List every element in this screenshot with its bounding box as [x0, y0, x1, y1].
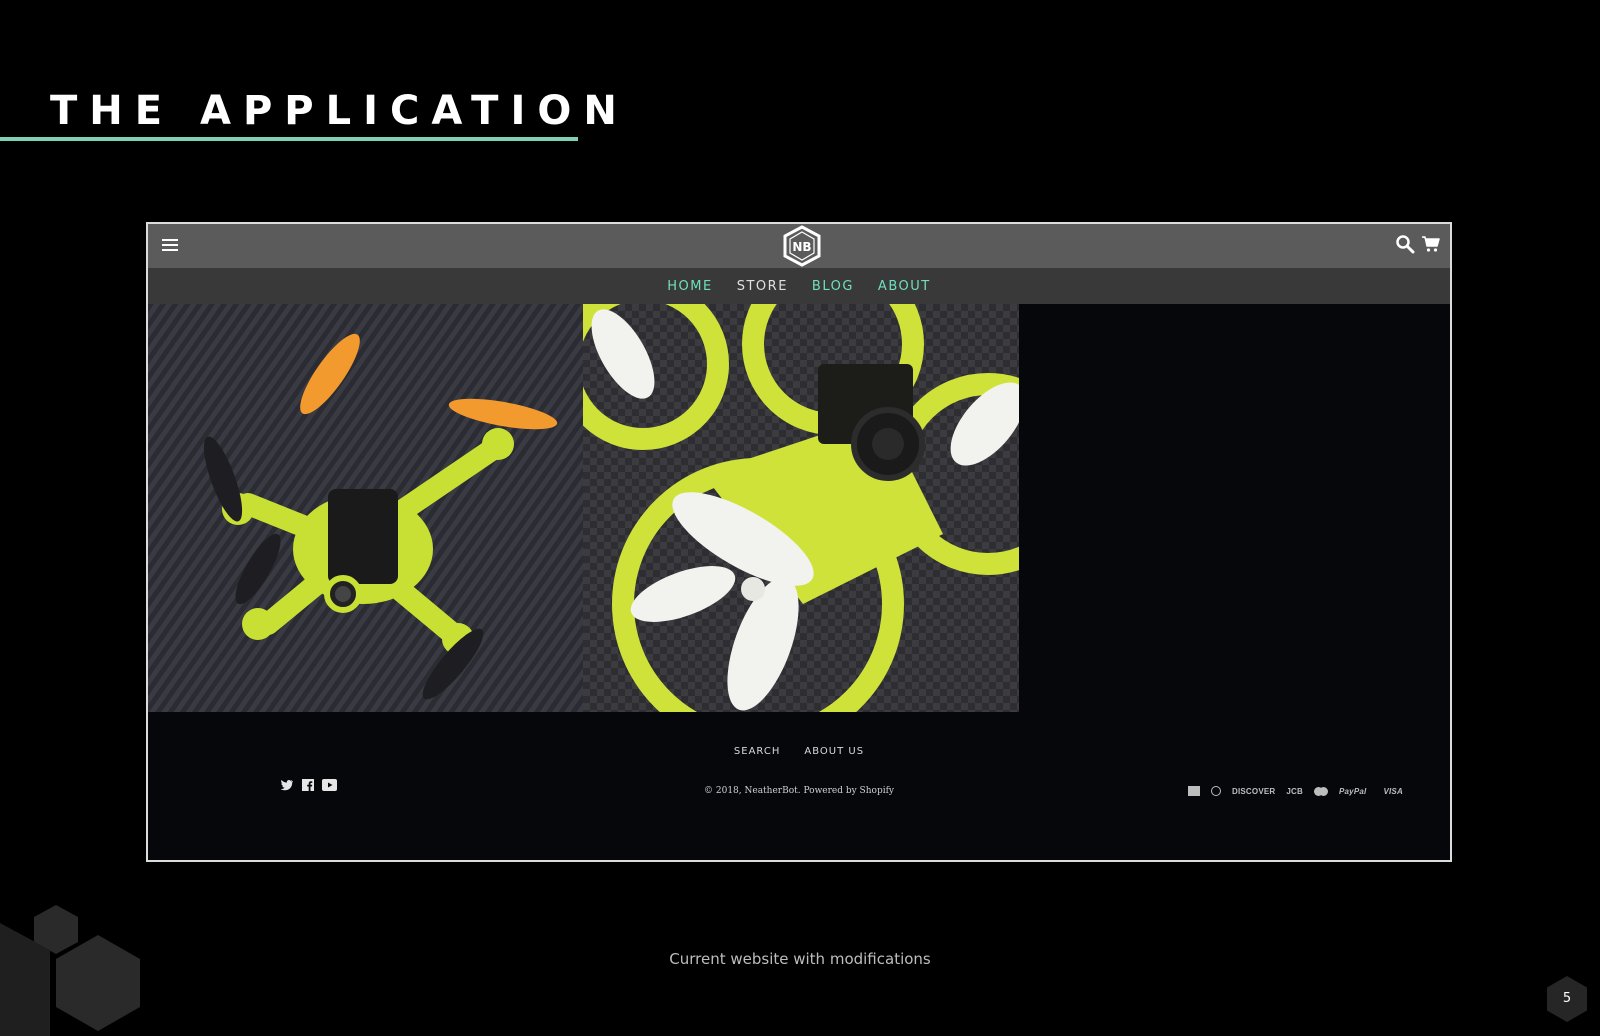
diners-club-icon — [1211, 786, 1221, 796]
footer-links: SEARCH ABOUT US — [148, 746, 1450, 757]
hexagon-decoration-icon — [0, 905, 140, 1036]
cart-icon[interactable] — [1421, 235, 1441, 253]
footer-link-search[interactable]: SEARCH — [734, 746, 780, 757]
nav-about[interactable]: ABOUT — [878, 279, 931, 294]
site-nav: HOME STORE BLOG ABOUT — [148, 268, 1450, 304]
search-icon[interactable] — [1395, 234, 1415, 254]
payment-icons: DISCOVER JCB PayPal VISA — [1188, 786, 1403, 796]
visa-icon: VISA — [1383, 786, 1403, 796]
jcb-icon: JCB — [1286, 786, 1303, 796]
paypal-icon: PayPal — [1339, 786, 1367, 796]
nav-store[interactable]: STORE — [737, 279, 788, 294]
amex-icon — [1188, 786, 1200, 796]
nav-home[interactable]: HOME — [667, 279, 712, 294]
website-screenshot: NB HOME STORE BLOG ABOUT SEARCH ABOUT US… — [146, 222, 1452, 862]
slide-title: THE APPLICATION — [50, 88, 629, 134]
mastercard-icon — [1314, 786, 1328, 796]
nav-blog[interactable]: BLOG — [812, 279, 854, 294]
discover-icon: DISCOVER — [1232, 786, 1276, 796]
site-logo[interactable]: NB — [782, 225, 822, 267]
site-header: NB — [148, 224, 1450, 268]
drone-product-photo[interactable] — [148, 304, 583, 712]
footer-link-about-us[interactable]: ABOUT US — [804, 746, 864, 757]
title-underline — [0, 137, 578, 141]
slide-caption: Current website with modifications — [669, 950, 931, 968]
menu-icon[interactable] — [162, 238, 180, 252]
drone-closeup-photo[interactable] — [583, 304, 1019, 712]
page-number: 5 — [1562, 991, 1572, 1006]
logo-text: NB — [792, 240, 811, 254]
